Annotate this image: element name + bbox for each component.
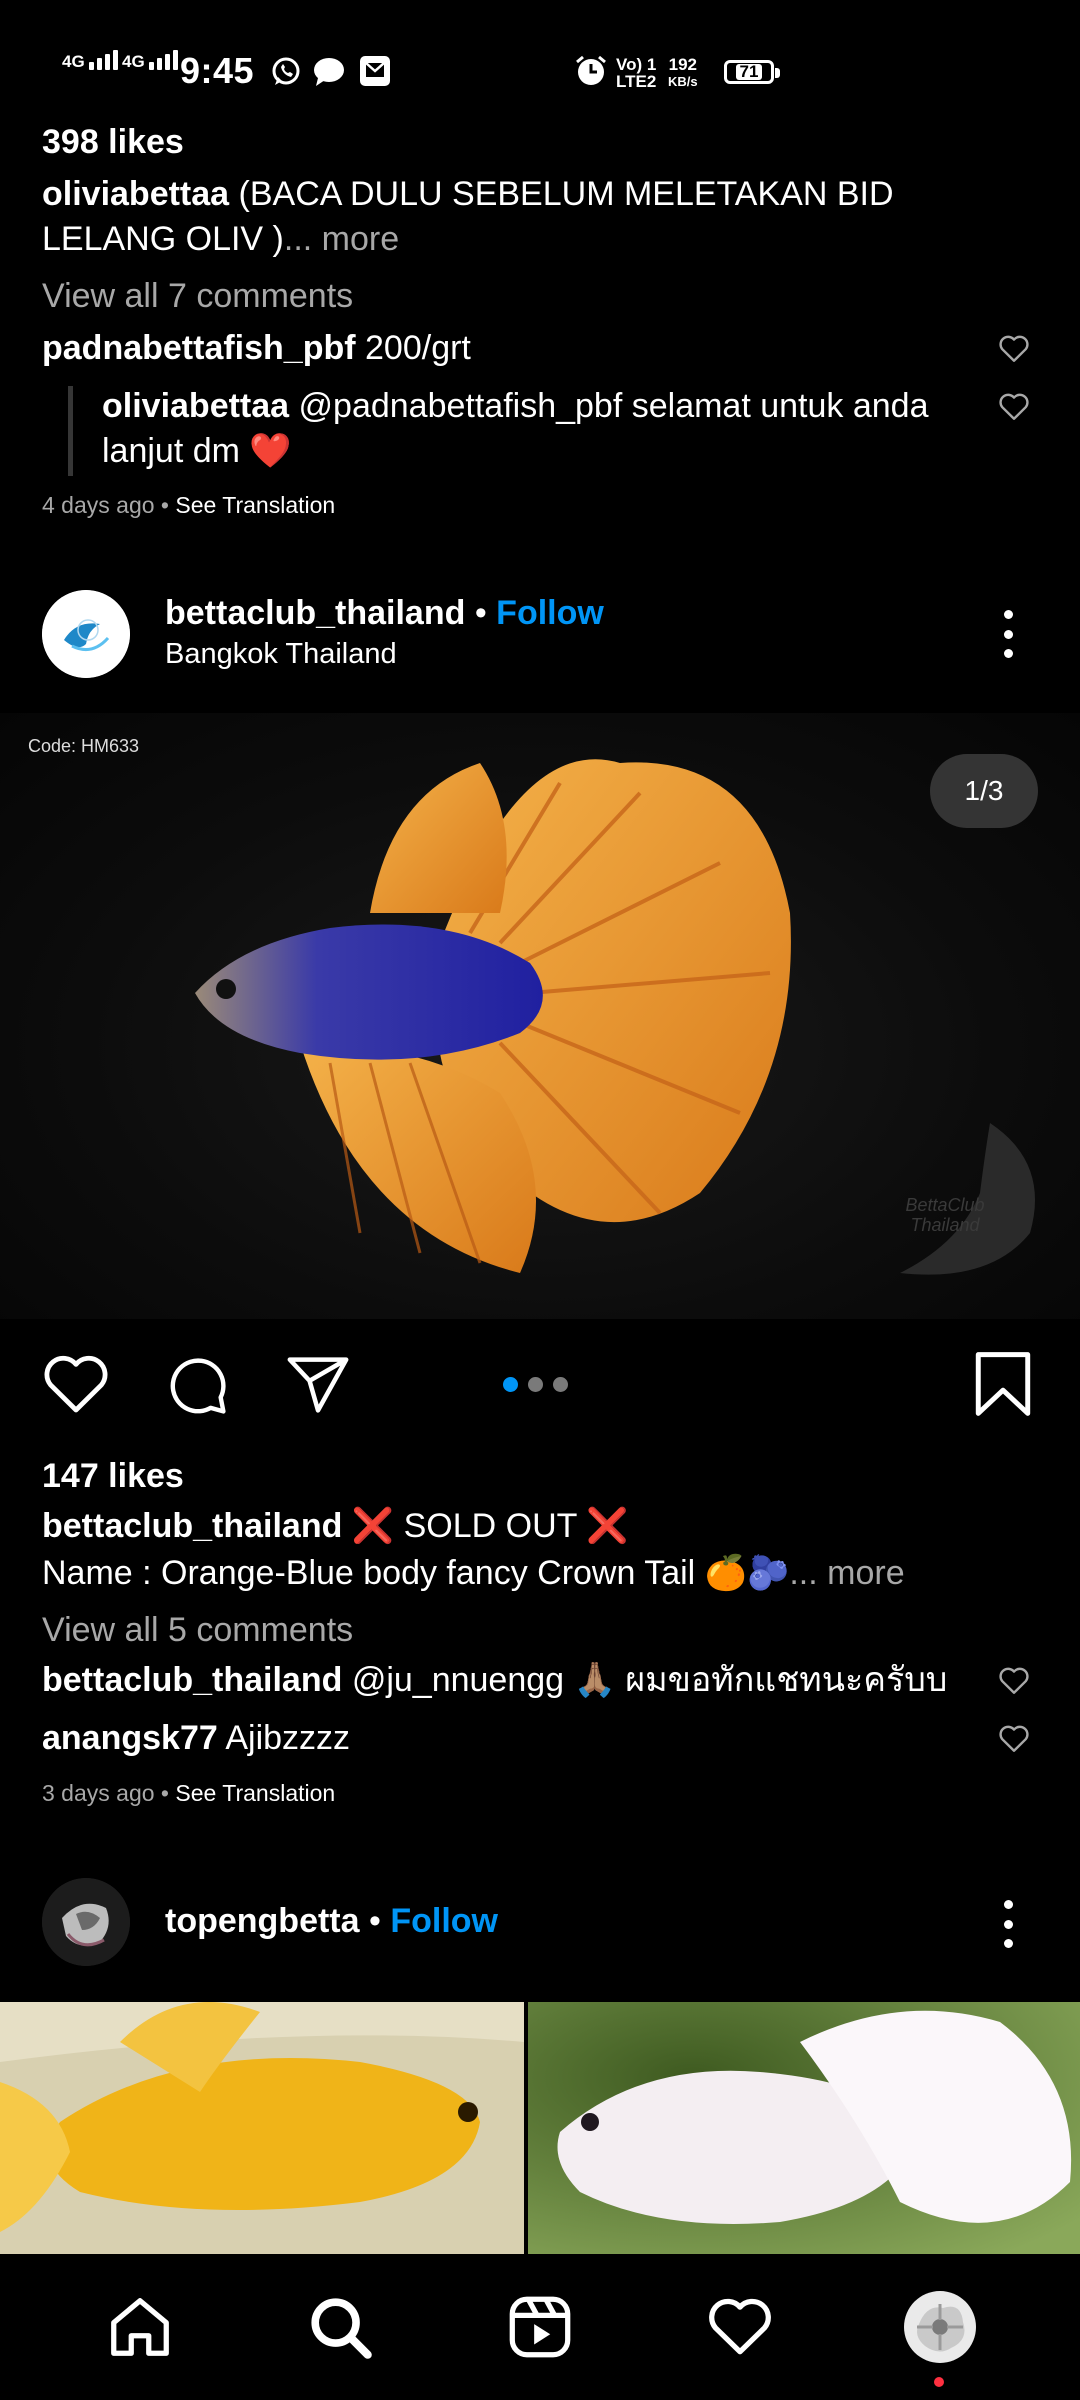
post2-header-title: bettaclub_thailand • Follow: [165, 594, 604, 632]
post1-caption-username[interactable]: oliviabettaa: [42, 175, 229, 213]
signal-bars-icon: [148, 50, 178, 70]
post3-header-title: topengbetta • Follow: [165, 1902, 498, 1940]
share-send-icon[interactable]: [284, 1354, 352, 1416]
nav-profile[interactable]: [902, 2289, 978, 2387]
home-icon: [111, 2298, 169, 2356]
profile-avatar: [904, 2291, 976, 2363]
post1-view-comments[interactable]: View all 7 comments: [42, 274, 353, 319]
volte-top: Vo) 1: [616, 55, 657, 74]
carousel-dot-active: [503, 1377, 518, 1392]
post1-caption: oliviabettaa (BACA DULU SEBELUM MELETAKA…: [42, 172, 1002, 262]
network-speed: 192 KB/s: [668, 56, 698, 90]
like-comment-heart-icon[interactable]: [996, 1662, 1032, 1698]
post3-username[interactable]: topengbetta: [165, 1902, 360, 1940]
like-comment-heart-icon[interactable]: [996, 330, 1032, 366]
topengbetta-avatar-image: [42, 1878, 130, 1966]
watermark-text: BettaClub: [905, 1195, 984, 1215]
comment-text: Ajibzzzz: [217, 1719, 351, 1757]
nav-home[interactable]: [102, 2289, 178, 2365]
post3-photo[interactable]: [0, 2002, 1080, 2254]
post1-likes[interactable]: 398 likes: [42, 120, 184, 165]
post2-view-comments[interactable]: View all 5 comments: [42, 1608, 353, 1653]
carousel-counter: 1/3: [930, 754, 1038, 828]
battery-level: 71: [735, 63, 763, 80]
alarm-icon: [576, 55, 606, 85]
post1-see-translation[interactable]: See Translation: [175, 492, 335, 518]
post2-follow-button[interactable]: Follow: [496, 594, 604, 632]
signal-sim2: 4G: [122, 50, 178, 70]
betta-fish-image: BettaClub Thailand: [195, 759, 1035, 1275]
comment-username[interactable]: anangsk77: [42, 1719, 218, 1757]
battery-icon: 71: [724, 60, 780, 84]
bottom-navigation: [0, 2254, 1080, 2400]
post2-photo[interactable]: BettaClub Thailand: [0, 713, 1080, 1319]
post2-likes[interactable]: 147 likes: [42, 1454, 184, 1499]
post1-meta: 4 days ago • See Translation: [42, 492, 336, 518]
network-type-2: 4G: [122, 52, 145, 71]
speed-unit: KB/s: [668, 74, 698, 89]
carousel-dot: [528, 1377, 543, 1392]
like-heart-icon[interactable]: [40, 1350, 112, 1416]
comment-bubble-icon[interactable]: [164, 1352, 230, 1418]
comment-text: 200/grt: [355, 329, 471, 367]
nav-reels[interactable]: [502, 2289, 578, 2365]
like-comment-heart-icon[interactable]: [996, 1720, 1032, 1756]
signal-bars-icon: [88, 50, 118, 70]
volte-indicator: Vo) 1 LTE2: [616, 56, 656, 90]
whatsapp-icon: [272, 57, 300, 85]
carousel-dots: [503, 1377, 568, 1392]
reels-icon: [509, 2296, 571, 2358]
nav-search[interactable]: [302, 2289, 378, 2365]
comment-text: @ju_nnuengg 🙏🏽 ผมขอทักแชทนะครับบ: [342, 1661, 948, 1699]
post2-comment-2: anangsk77 Ajibzzzz: [42, 1716, 350, 1761]
post2-comment-1: bettaclub_thailand @ju_nnuengg 🙏🏽 ผมขอทั…: [42, 1658, 982, 1703]
post1-time: 4 days ago: [42, 492, 155, 518]
bettaclub-logo-icon: [42, 590, 130, 678]
clock: 9:45: [180, 50, 255, 91]
reply-thread-line: [68, 386, 73, 476]
post1-comment: padnabettafish_pbf 200/grt: [42, 326, 471, 371]
message-icon: [314, 58, 344, 86]
post1-reply: oliviabettaa @padnabettafish_pbf selamat…: [102, 384, 962, 474]
post2-username[interactable]: bettaclub_thailand: [165, 594, 465, 632]
signal-sim1: 4G: [62, 50, 118, 70]
search-icon: [311, 2298, 372, 2359]
post2-caption-username[interactable]: bettaclub_thailand: [42, 1507, 342, 1545]
post2-meta: 3 days ago • See Translation: [42, 1780, 336, 1806]
reply-username[interactable]: oliviabettaa: [102, 387, 289, 425]
post3-avatar[interactable]: [42, 1878, 130, 1966]
post2-caption-line2: Name : Orange-Blue body fancy Crown Tail…: [42, 1554, 790, 1592]
post3-options-icon[interactable]: [998, 1900, 1018, 1948]
carousel-dot: [553, 1377, 568, 1392]
post2-caption: bettaclub_thailand ❌ SOLD OUT ❌: [42, 1504, 1042, 1549]
post2-time: 3 days ago: [42, 1780, 155, 1806]
post2-image-code: Code: HM633: [28, 736, 140, 756]
status-bar: 4G 4G 9:45 Vo) 1 LTE2 192 KB/s 71: [0, 0, 1080, 140]
inbox-icon: [360, 56, 390, 86]
like-reply-heart-icon[interactable]: [996, 388, 1032, 424]
post2-caption-line1: ❌ SOLD OUT ❌: [342, 1507, 629, 1545]
post2-caption-second: Name : Orange-Blue body fancy Crown Tail…: [42, 1551, 1042, 1596]
save-bookmark-icon[interactable]: [972, 1350, 1034, 1418]
post3-collage-image: [0, 2002, 1080, 2254]
post3-follow-button[interactable]: Follow: [390, 1902, 498, 1940]
post2-options-icon[interactable]: [998, 610, 1018, 658]
comment-username[interactable]: bettaclub_thailand: [42, 1661, 342, 1699]
comment-username[interactable]: padnabettafish_pbf: [42, 329, 356, 367]
speed-value: 192: [668, 55, 697, 74]
notification-dot: [934, 2377, 944, 2387]
watermark-text-line2: Thailand: [910, 1215, 980, 1235]
nav-activity[interactable]: [702, 2289, 778, 2365]
network-type-1: 4G: [62, 52, 85, 71]
post2-see-translation[interactable]: See Translation: [175, 1780, 335, 1806]
post2-location[interactable]: Bangkok Thailand: [165, 638, 397, 671]
post2-more-link[interactable]: ... more: [789, 1554, 904, 1592]
post1-more-link[interactable]: ... more: [284, 220, 399, 258]
activity-heart-icon: [709, 2298, 771, 2355]
post2-avatar[interactable]: [42, 590, 130, 678]
volte-bottom: LTE2: [616, 72, 657, 91]
